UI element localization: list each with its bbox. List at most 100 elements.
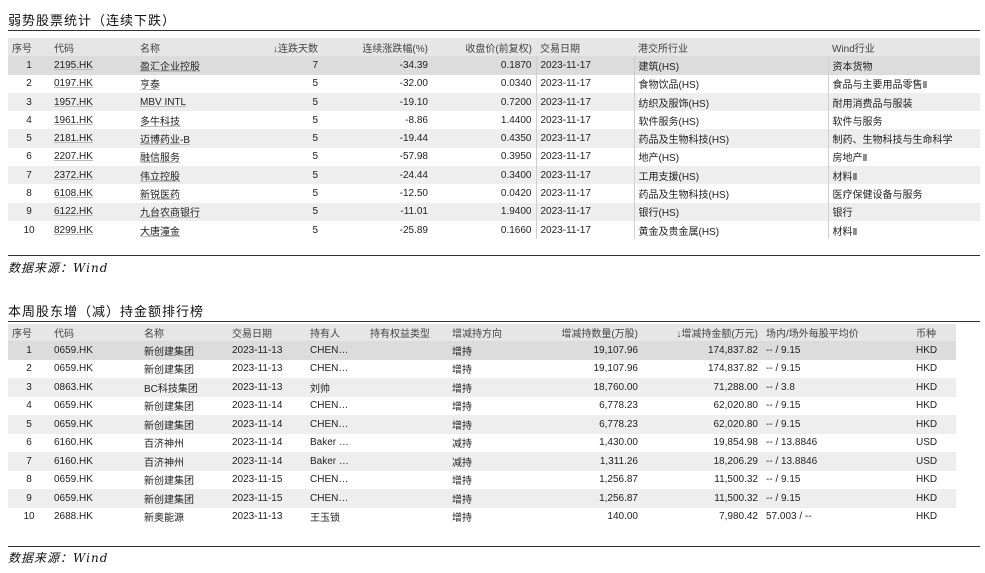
cell-name[interactable]: 亨泰 bbox=[136, 74, 226, 93]
cell-currency: HKD bbox=[912, 359, 956, 378]
cell-name[interactable]: 融信服务 bbox=[136, 147, 226, 167]
header-code[interactable]: 代码 bbox=[50, 38, 136, 57]
cell-name[interactable]: 新锐医药 bbox=[136, 184, 226, 203]
cell-close-price: 0.3400 bbox=[432, 166, 536, 185]
table-row[interactable]: 7 2372.HK 伟立控股 5 -24.44 0.3400 2023-11-17 工用支援(… bbox=[8, 166, 980, 185]
header-change-pct[interactable]: 连续涨跌幅(%) bbox=[322, 38, 432, 57]
table-row[interactable]: 4 0659.HK 新创建集团 2023-11-14 CHEN… 增持 6,778.23 62… bbox=[8, 396, 956, 415]
cell-trade-date: 2023-11-14 bbox=[228, 452, 306, 471]
cell-avg-price: -- / 9.15 bbox=[762, 359, 912, 378]
cell-name[interactable]: 新创建集团 bbox=[140, 341, 228, 360]
header-currency[interactable]: 币种 bbox=[912, 324, 956, 341]
table-row[interactable]: 2 0659.HK 新创建集团 2023-11-13 CHEN… 增持 19,107.96 1… bbox=[8, 359, 956, 378]
header-hkex-industry[interactable]: 港交所行业 bbox=[634, 38, 828, 57]
cell-name[interactable]: 新创建集团 bbox=[140, 396, 228, 415]
cell-name[interactable]: 伟立控股 bbox=[136, 166, 226, 185]
header-down-days[interactable]: ↓连跌天数 bbox=[226, 38, 322, 57]
table-row[interactable]: 8 6108.HK 新锐医药 5 -12.50 0.0420 2023-11-17 药品及生物… bbox=[8, 184, 980, 203]
cell-name[interactable]: BC科技集团 bbox=[140, 378, 228, 397]
header-index[interactable]: 序号 bbox=[8, 38, 50, 57]
cell-change-amount: 7,980.42 bbox=[642, 507, 762, 526]
cell-index: 8 bbox=[8, 470, 50, 489]
cell-code[interactable]: 0659.HK bbox=[50, 470, 140, 489]
header-wind-industry[interactable]: Wind行业 bbox=[828, 38, 980, 57]
cell-trade-date: 2023-11-17 bbox=[535, 166, 634, 185]
cell-code[interactable]: 6160.HK bbox=[50, 433, 140, 452]
cell-code[interactable]: 0659.HK bbox=[50, 396, 140, 415]
cell-code[interactable]: 6108.HK bbox=[50, 184, 136, 203]
header-name[interactable]: 名称 bbox=[136, 38, 226, 57]
table-row[interactable]: 5 2181.HK 迈博药业-B 5 -19.44 0.4350 2023-11-17 药品及… bbox=[8, 129, 980, 148]
header-change-quantity[interactable]: 增减持数量(万股) bbox=[538, 324, 642, 341]
cell-name[interactable]: 百济神州 bbox=[140, 452, 228, 471]
header-avg-price[interactable]: 场内/场外每股平均价 bbox=[762, 324, 912, 341]
cell-code[interactable]: 0659.HK bbox=[50, 359, 140, 378]
cell-change-quantity: 1,256.87 bbox=[538, 470, 642, 489]
table-row[interactable]: 2 0197.HK 亨泰 5 -32.00 0.0340 2023-11-17 食物饮品(HS… bbox=[8, 74, 980, 93]
header-name[interactable]: 名称 bbox=[140, 324, 228, 341]
cell-name[interactable]: 新奥能源 bbox=[140, 507, 228, 526]
header-change-amount[interactable]: ↓增减持金额(万元) bbox=[642, 324, 762, 341]
cell-index: 4 bbox=[8, 111, 50, 130]
table-row[interactable]: 1 2195.HK 盈汇企业控股 7 -34.39 0.1870 2023-11-17 建筑(… bbox=[8, 56, 980, 75]
cell-code[interactable]: 2181.HK bbox=[50, 129, 136, 148]
table-row[interactable]: 6 2207.HK 融信服务 5 -57.98 0.3950 2023-11-17 地产(HS… bbox=[8, 147, 980, 167]
cell-hkex-industry: 地产(HS) bbox=[633, 147, 828, 167]
table-row[interactable]: 10 8299.HK 大唐潼金 5 -25.89 0.1660 2023-11-17 黄金及贵… bbox=[8, 220, 980, 240]
cell-equity-type bbox=[366, 433, 448, 452]
cell-name[interactable]: 新创建集团 bbox=[140, 415, 228, 434]
table-row[interactable]: 1 0659.HK 新创建集团 2023-11-13 CHEN… 增持 19,107.96 1… bbox=[8, 341, 956, 360]
cell-code[interactable]: 0197.HK bbox=[50, 74, 136, 93]
cell-name[interactable]: 盈汇企业控股 bbox=[136, 56, 226, 75]
cell-name[interactable]: 迈博药业-B bbox=[136, 129, 226, 148]
table-header-row: 序号 代码 名称 交易日期 持有人 持有权益类型 增减持方向 增减持数量(万股)… bbox=[8, 324, 956, 341]
table-row[interactable]: 6 6160.HK 百济神州 2023-11-14 Baker … 减持 1,430.00 1… bbox=[8, 433, 956, 452]
cell-code[interactable]: 2372.HK bbox=[50, 166, 136, 185]
table-row[interactable]: 3 0863.HK BC科技集团 2023-11-13 刘帅 增持 18,760.00 71,… bbox=[8, 378, 956, 397]
table-row[interactable]: 9 6122.HK 九台农商银行 5 -11.01 1.9400 2023-11-17 银行(… bbox=[8, 202, 980, 221]
cell-change-quantity: 1,311.26 bbox=[538, 452, 642, 471]
header-holder[interactable]: 持有人 bbox=[306, 324, 366, 341]
header-index[interactable]: 序号 bbox=[8, 324, 50, 341]
cell-wind-industry: 银行 bbox=[827, 202, 980, 221]
cell-code[interactable]: 2195.HK bbox=[50, 56, 136, 75]
cell-currency: USD bbox=[912, 452, 956, 471]
table-row[interactable]: 5 0659.HK 新创建集团 2023-11-14 CHEN… 增持 6,778.23 62… bbox=[8, 415, 956, 434]
table-row[interactable]: 7 6160.HK 百济神州 2023-11-14 Baker … 减持 1,311.26 1… bbox=[8, 452, 956, 471]
cell-wind-industry: 食品与主要用品零售Ⅱ bbox=[827, 74, 980, 93]
cell-name[interactable]: 新创建集团 bbox=[140, 359, 228, 378]
cell-code[interactable]: 6122.HK bbox=[50, 202, 136, 221]
cell-name[interactable]: 九台农商银行 bbox=[136, 202, 226, 221]
cell-equity-type bbox=[366, 359, 448, 378]
cell-avg-price: -- / 3.8 bbox=[762, 378, 912, 397]
header-trade-date[interactable]: 交易日期 bbox=[228, 324, 306, 341]
table-row[interactable]: 10 2688.HK 新奥能源 2023-11-13 王玉锁 增持 140.00 7,980.… bbox=[8, 507, 956, 526]
cell-code[interactable]: 0863.HK bbox=[50, 378, 140, 397]
table-row[interactable]: 3 1957.HK MBV INTL 5 -19.10 0.7200 2023-11-17 纺… bbox=[8, 92, 980, 112]
cell-code[interactable]: 6160.HK bbox=[50, 452, 140, 471]
table-row[interactable]: 8 0659.HK 新创建集团 2023-11-15 CHEN… 增持 1,256.87 11… bbox=[8, 470, 956, 489]
cell-code[interactable]: 1961.HK bbox=[50, 111, 136, 130]
header-trade-date[interactable]: 交易日期 bbox=[536, 38, 634, 57]
table-row[interactable]: 9 0659.HK 新创建集团 2023-11-15 CHEN… 增持 1,256.87 11… bbox=[8, 489, 956, 508]
cell-code[interactable]: 1957.HK bbox=[50, 92, 136, 112]
cell-name[interactable]: 大唐潼金 bbox=[136, 220, 226, 240]
header-close-price[interactable]: 收盘价(前复权) bbox=[432, 38, 536, 57]
header-code[interactable]: 代码 bbox=[50, 324, 140, 341]
cell-code[interactable]: 2688.HK bbox=[50, 507, 140, 526]
cell-code[interactable]: 0659.HK bbox=[50, 341, 140, 360]
header-direction[interactable]: 增减持方向 bbox=[448, 324, 538, 341]
header-equity-type[interactable]: 持有权益类型 bbox=[366, 324, 448, 341]
cell-name[interactable]: MBV INTL bbox=[136, 92, 226, 112]
table-row[interactable]: 4 1961.HK 多牛科技 5 -8.86 1.4400 2023-11-17 软件服务(H… bbox=[8, 111, 980, 130]
cell-code[interactable]: 0659.HK bbox=[50, 489, 140, 508]
cell-code[interactable]: 0659.HK bbox=[50, 415, 140, 434]
cell-name[interactable]: 百济神州 bbox=[140, 433, 228, 452]
cell-code[interactable]: 2207.HK bbox=[50, 147, 136, 167]
cell-name[interactable]: 新创建集团 bbox=[140, 470, 228, 489]
cell-name[interactable]: 新创建集团 bbox=[140, 489, 228, 508]
cell-name[interactable]: 多牛科技 bbox=[136, 111, 226, 130]
cell-code[interactable]: 8299.HK bbox=[50, 220, 136, 240]
cell-trade-date: 2023-11-17 bbox=[535, 56, 634, 75]
cell-holder: CHEN… bbox=[306, 489, 366, 508]
